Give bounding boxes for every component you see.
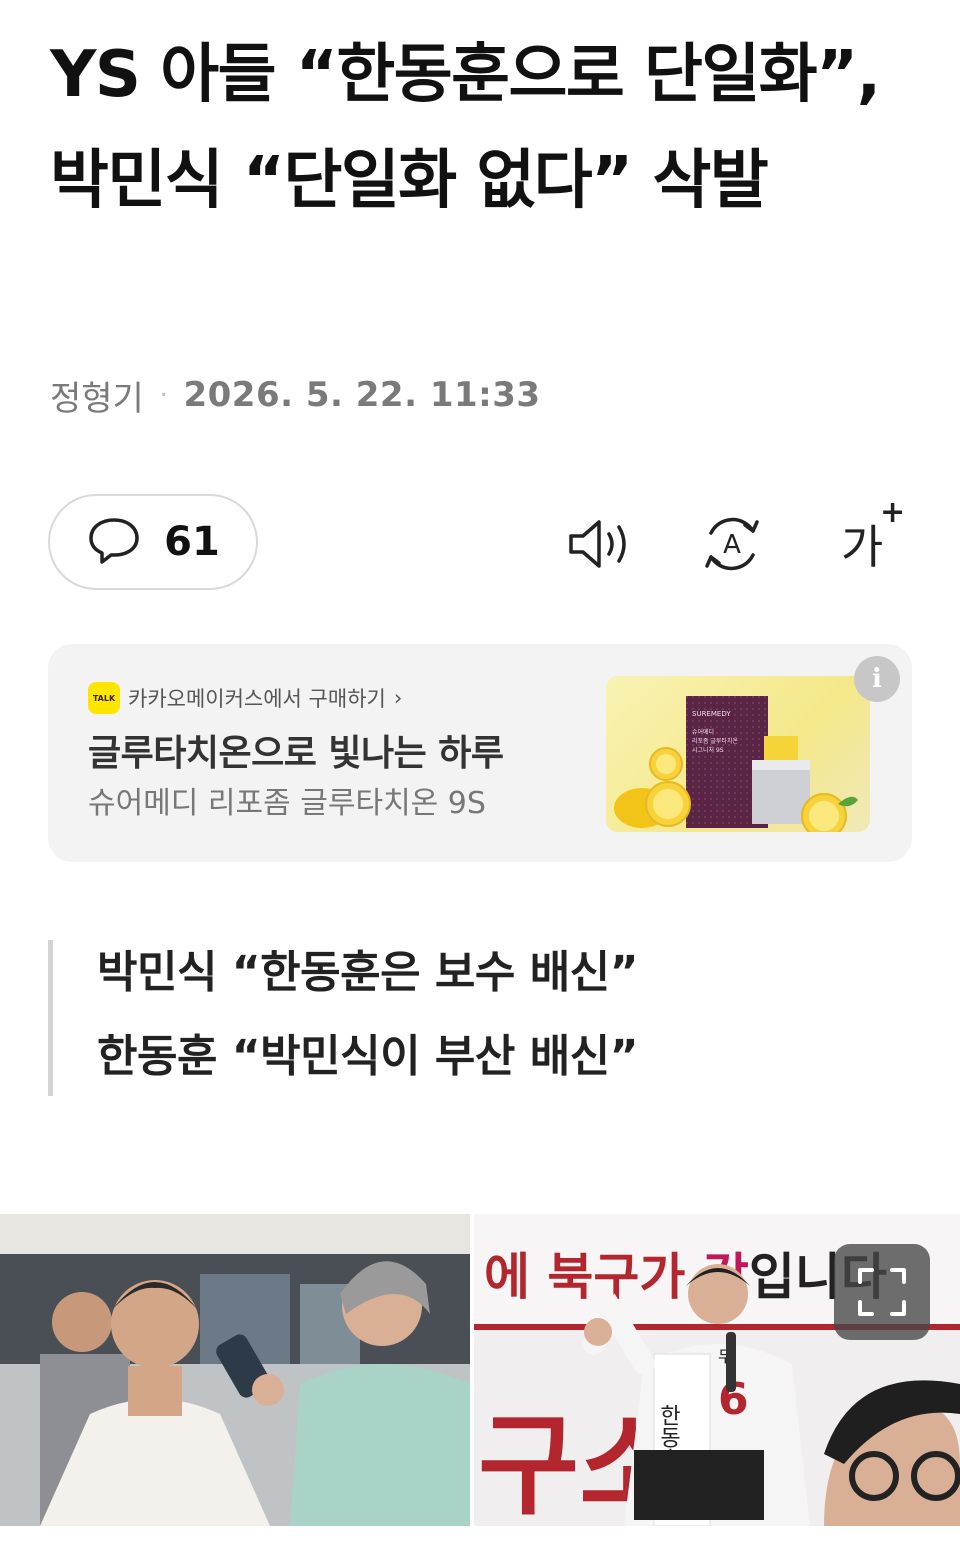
svg-text:시그니처 9S: 시그니처 9S xyxy=(692,746,724,754)
svg-text:리포좀 글루타치온: 리포좀 글루타치온 xyxy=(692,737,739,745)
article-toolbar: 61 A 가 + xyxy=(0,494,960,592)
ad-banner[interactable]: TALK 카카오메이커스에서 구매하기 › 글루타치온으로 빛나는 하루 슈어메… xyxy=(48,644,912,862)
comment-button[interactable]: 61 xyxy=(48,494,258,590)
comment-bubble-icon xyxy=(86,514,142,570)
expand-icon[interactable] xyxy=(834,1244,930,1340)
ad-info-icon[interactable]: i xyxy=(854,656,900,702)
svg-text:슈어메디: 슈어메디 xyxy=(692,728,714,736)
ad-product-image: SUREMEDY 슈어메디 리포좀 글루타치온 시그니처 9S xyxy=(606,676,870,832)
publish-date: 2026. 5. 22. 11:33 xyxy=(183,375,541,415)
comment-count: 61 xyxy=(164,519,220,565)
article-meta: 정형기 · 2026. 5. 22. 11:33 xyxy=(50,371,541,420)
svg-text:에 북구가 갑입니다: 에 북구가 갑입니다 xyxy=(484,1248,887,1306)
kakao-talk-icon: TALK xyxy=(88,682,120,714)
article-photo-gallery: 에 북구가 갑입니다 구소 한동훈 6 무 xyxy=(0,1214,960,1526)
ad-title: 글루타치온으로 빛나는 하루 xyxy=(88,733,504,774)
article-photo-left[interactable] xyxy=(0,1214,470,1526)
svg-text:SUREMEDY: SUREMEDY xyxy=(692,710,731,718)
summary-line-2: 한동훈 “박민식이 부산 배신” xyxy=(97,1031,639,1082)
summary-line-1: 박민식 “한동훈은 보수 배신” xyxy=(97,947,639,998)
chevron-right-icon: › xyxy=(393,686,403,710)
font-size-label: 가 + xyxy=(840,495,906,574)
ad-subtitle: 슈어메디 리포좀 글루타치온 9S xyxy=(88,786,486,821)
speaker-icon[interactable] xyxy=(564,508,636,580)
separator-dot: · xyxy=(159,381,168,409)
article-summary: 박민식 “한동훈은 보수 배신” 한동훈 “박민식이 부산 배신” xyxy=(48,940,908,1096)
plus-icon: + xyxy=(880,495,906,530)
author-name[interactable]: 정형기 xyxy=(50,371,144,420)
article-headline: YS 아들 “한동훈으로 단일화”, 박민식 “단일화 없다” 삭발 xyxy=(50,38,881,218)
translate-icon[interactable]: A xyxy=(696,508,768,580)
font-size-button[interactable]: 가 + xyxy=(826,495,906,580)
ad-source[interactable]: TALK 카카오메이커스에서 구매하기 › xyxy=(88,682,402,714)
ad-source-label: 카카오메이커스에서 구매하기 xyxy=(128,687,386,711)
svg-text:A: A xyxy=(723,530,741,560)
